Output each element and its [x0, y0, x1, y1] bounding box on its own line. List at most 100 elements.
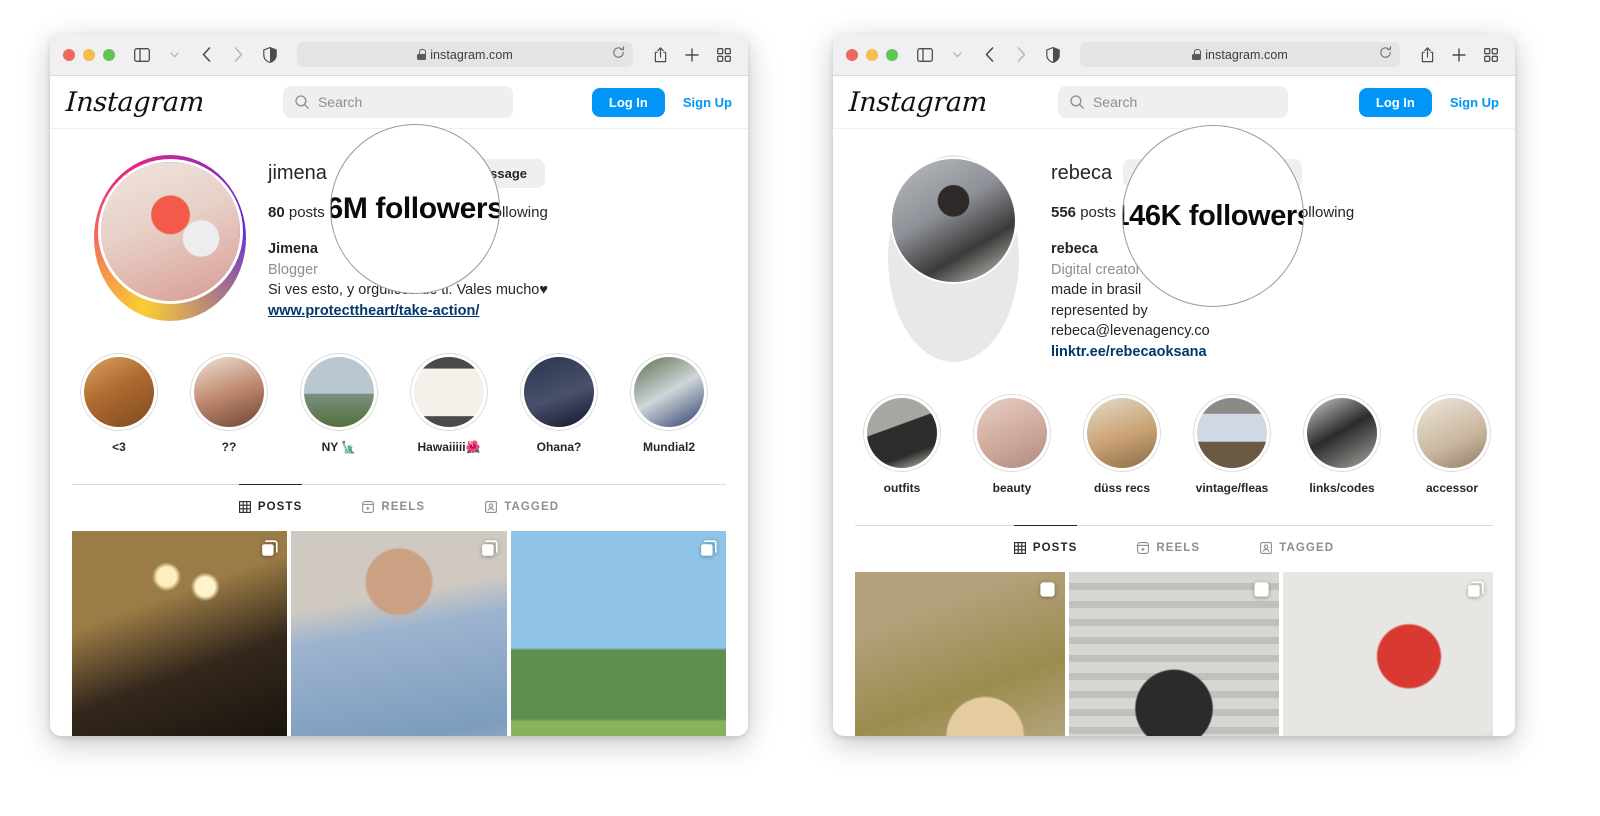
carousel-icon — [481, 540, 498, 562]
highlight-item[interactable]: links/codes — [1303, 394, 1381, 495]
zoom-window-button[interactable] — [886, 48, 898, 61]
post-cell[interactable] — [1069, 572, 1279, 736]
login-button[interactable]: Log In — [591, 87, 665, 117]
tab-reels[interactable]: REELS — [362, 484, 425, 526]
profile-tabs[interactable]: POSTS REELS TAGGED — [855, 525, 1493, 568]
post-cell[interactable] — [1283, 572, 1493, 736]
share-icon[interactable] — [649, 44, 671, 66]
close-window-button[interactable] — [846, 48, 858, 61]
highlight-label: links/codes — [1309, 481, 1375, 496]
back-arrow-icon[interactable] — [978, 44, 1000, 66]
avatar[interactable] — [100, 161, 240, 301]
reload-icon[interactable] — [1379, 45, 1392, 64]
profile-tabs[interactable]: POSTS REELS TAGGED — [72, 484, 726, 527]
privacy-shield-icon[interactable] — [1042, 44, 1064, 66]
post-grid[interactable] — [50, 531, 748, 736]
reels-icon — [1137, 542, 1150, 554]
tab-posts[interactable]: POSTS — [1013, 525, 1078, 567]
post-cell[interactable] — [855, 572, 1065, 736]
avatar[interactable] — [891, 159, 1015, 282]
tab-reels[interactable]: REELS — [1137, 525, 1200, 567]
plus-icon[interactable] — [681, 44, 703, 66]
bio-link[interactable]: www.protecttheart/take-action/ — [268, 301, 726, 322]
highlight-item[interactable]: vintage/fleas — [1193, 394, 1271, 495]
highlight-label: NY 🗽 — [321, 440, 357, 455]
auth-actions: Log In Sign Up — [1358, 87, 1499, 117]
highlight-item[interactable]: NY 🗽 — [300, 353, 378, 454]
plus-icon[interactable] — [1448, 44, 1470, 66]
url-bar[interactable]: instagram.com — [297, 42, 633, 67]
carousel-icon — [261, 540, 278, 562]
tab-posts-label: POSTS — [257, 501, 303, 514]
login-button[interactable]: Log In — [1358, 87, 1432, 117]
bio-link[interactable]: linktr.ee/rebecaoksana — [1051, 342, 1493, 363]
back-arrow-icon[interactable] — [195, 44, 217, 66]
lock-icon — [417, 49, 427, 60]
forward-arrow-icon[interactable] — [1010, 44, 1032, 66]
highlight-item[interactable]: Ohana? — [520, 353, 598, 454]
magnifier-lens: 6M followers — [330, 124, 500, 294]
tab-overview-icon[interactable] — [1480, 44, 1502, 66]
highlight-item[interactable]: Mundial2 — [630, 353, 708, 454]
highlight-item[interactable]: accessor — [1413, 394, 1491, 495]
tab-tagged[interactable]: TAGGED — [1260, 525, 1334, 567]
signup-link[interactable]: Sign Up — [1450, 95, 1499, 110]
chevron-down-icon[interactable] — [946, 44, 968, 66]
url-bar[interactable]: instagram.com — [1080, 42, 1400, 67]
post-cell[interactable] — [510, 531, 726, 736]
search-input[interactable]: Search — [282, 86, 513, 118]
tab-tagged[interactable]: TAGGED — [485, 484, 559, 526]
highlight-item[interactable]: Hawaiiiii🌺 — [410, 353, 488, 454]
search-input[interactable]: Search — [1057, 86, 1288, 118]
post-thumbnail — [855, 572, 1065, 736]
avatar-ring[interactable] — [887, 155, 1019, 363]
highlight-label: Hawaiiiii🌺 — [417, 440, 481, 455]
traffic-lights[interactable] — [63, 48, 115, 61]
instagram-logo[interactable]: Instagram — [848, 87, 988, 118]
post-cell[interactable] — [291, 531, 507, 736]
sidebar-icon[interactable] — [914, 44, 936, 66]
privacy-shield-icon[interactable] — [259, 44, 281, 66]
carousel-icon — [1467, 581, 1484, 603]
highlight-label: Ohana? — [536, 440, 582, 455]
tab-overview-icon[interactable] — [713, 44, 735, 66]
tab-posts-label: POSTS — [1032, 542, 1078, 555]
reload-icon[interactable] — [612, 45, 625, 64]
sidebar-icon[interactable] — [131, 44, 153, 66]
chevron-down-icon[interactable] — [163, 44, 185, 66]
story-highlights[interactable]: <3 ?? NY 🗽 Hawaiiiii🌺 Ohana? Mundial2 — [50, 321, 748, 454]
tagged-icon — [485, 500, 498, 513]
signup-link[interactable]: Sign Up — [683, 95, 732, 110]
stat-posts: 556 posts — [1051, 204, 1117, 221]
post-grid[interactable] — [833, 572, 1515, 736]
post-cell[interactable] — [72, 531, 288, 736]
highlight-label: accessor — [1425, 481, 1479, 496]
instagram-logo[interactable]: Instagram — [65, 87, 205, 118]
highlight-thumbnail — [867, 398, 937, 469]
highlight-item[interactable]: outfits — [863, 394, 941, 495]
highlight-item[interactable]: ?? — [190, 353, 268, 454]
minimize-window-button[interactable] — [83, 48, 95, 61]
bio-text-line: rebeca@levenagency.co — [1051, 323, 1210, 340]
highlight-item[interactable]: <3 — [80, 353, 158, 454]
traffic-lights[interactable] — [846, 48, 898, 61]
highlight-item[interactable]: beauty — [973, 394, 1051, 495]
highlight-label: Mundial2 — [642, 440, 695, 455]
forward-arrow-icon[interactable] — [227, 44, 249, 66]
story-highlights[interactable]: outfits beauty düss recs vintage/fleas l… — [833, 362, 1515, 495]
close-window-button[interactable] — [63, 48, 75, 61]
highlight-label: düss recs — [1093, 481, 1151, 496]
search-placeholder: Search — [1092, 94, 1138, 110]
zoom-window-button[interactable] — [103, 48, 115, 61]
instagram-header: Instagram Search Log In Sign Up — [50, 76, 748, 129]
story-ring[interactable] — [94, 155, 246, 322]
minimize-window-button[interactable] — [866, 48, 878, 61]
auth-actions: Log In Sign Up — [591, 87, 732, 117]
highlight-item[interactable]: düss recs — [1083, 394, 1161, 495]
tab-posts[interactable]: POSTS — [238, 484, 303, 526]
bio-category: Blogger — [268, 261, 318, 278]
highlight-label: ?? — [221, 440, 237, 455]
post-thumbnail — [1283, 572, 1493, 736]
share-icon[interactable] — [1416, 44, 1438, 66]
tab-reels-label: REELS — [381, 500, 426, 513]
